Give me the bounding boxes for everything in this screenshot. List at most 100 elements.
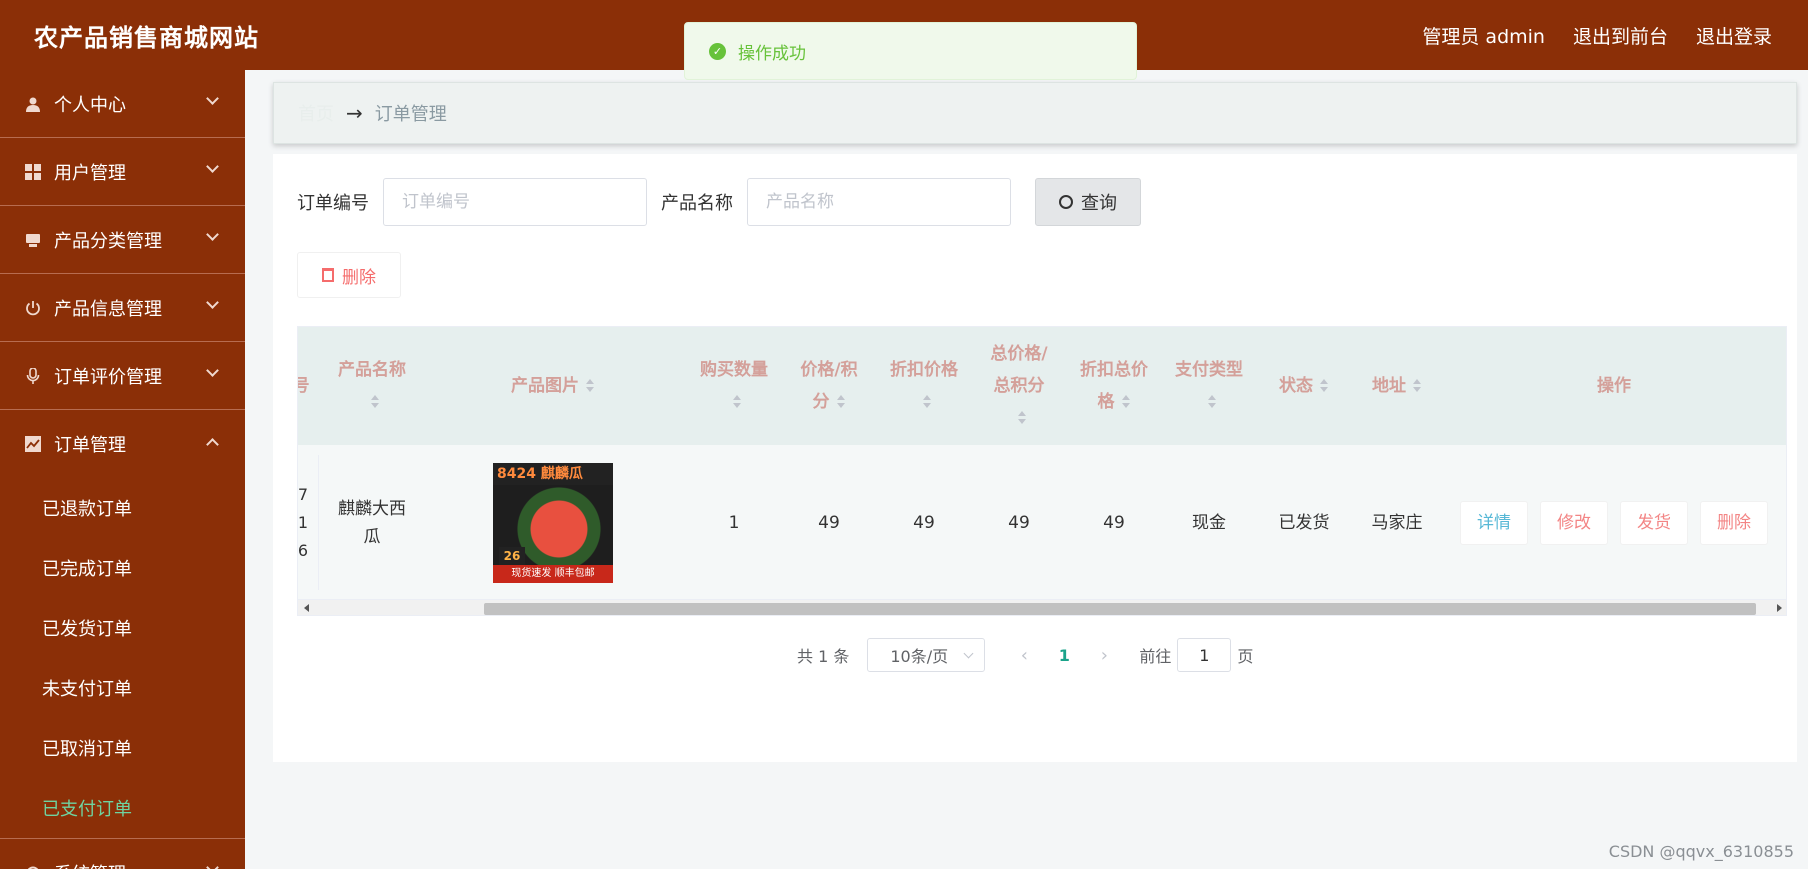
- detail-button[interactable]: 详情: [1460, 500, 1528, 545]
- cell-address: 马家庄: [1371, 512, 1423, 533]
- col-product-name[interactable]: 产品名称: [322, 327, 422, 445]
- sort-icon[interactable]: [585, 378, 595, 394]
- sort-icon[interactable]: [1017, 410, 1027, 426]
- col-price[interactable]: 价格/积分: [784, 327, 874, 445]
- arrow-right-icon: →: [346, 101, 363, 125]
- goto-page-input[interactable]: 1: [1177, 638, 1232, 672]
- sidebar-item-product-category[interactable]: 产品分类管理: [0, 206, 245, 274]
- breadcrumb: 首页 → 订单管理: [273, 82, 1797, 144]
- sidebar-item-label: 订单评价管理: [54, 366, 162, 388]
- col-product-image[interactable]: 产品图片: [422, 327, 684, 445]
- col-status[interactable]: 状态: [1254, 327, 1354, 445]
- sidebar-item-product-info[interactable]: 产品信息管理: [0, 274, 245, 342]
- sort-icon[interactable]: [732, 394, 742, 410]
- sidebar: 个人中心 用户管理 产品分类管理 产品信息管理 订单评价管理 订单管理 已退款订…: [0, 70, 245, 869]
- cell-discount-total: 49: [1103, 512, 1125, 533]
- grid-icon: [24, 163, 42, 181]
- sort-icon[interactable]: [922, 394, 932, 410]
- breadcrumb-current: 订单管理: [374, 104, 447, 125]
- col-discount-total[interactable]: 折扣总价格: [1064, 327, 1164, 445]
- pagination: 共 1 条 10条/页 ‹ 1 › 前往 1 页: [797, 638, 1253, 672]
- page-number[interactable]: 1: [1039, 646, 1089, 665]
- thumb-price: 26: [499, 546, 525, 565]
- check-circle-icon: ✓: [709, 42, 726, 60]
- logout-link[interactable]: 退出登录: [1696, 22, 1772, 49]
- cell-order-no: 716: [297, 484, 309, 560]
- sort-icon[interactable]: [836, 394, 846, 410]
- toast-message: 操作成功: [738, 43, 806, 64]
- cell-status: 已发货: [1278, 512, 1330, 533]
- col-discount-price[interactable]: 折扣价格: [874, 327, 974, 445]
- sidebar-item-order-review[interactable]: 订单评价管理: [0, 342, 245, 410]
- cell-operations: 详情 修改 发货 删除: [1440, 445, 1786, 600]
- power-icon: [24, 299, 42, 317]
- microphone-icon: [24, 367, 42, 385]
- sort-icon[interactable]: [1319, 378, 1329, 394]
- table-header: 号 产品名称 产品图片 购买数量 价格/积分 折扣价格 总价格/总积分: [298, 327, 1786, 445]
- user-icon: [24, 95, 42, 113]
- prev-page-icon[interactable]: ‹: [1009, 645, 1039, 666]
- scrollbar-thumb[interactable]: [484, 603, 1756, 615]
- col-total[interactable]: 总价格/总积分: [974, 327, 1064, 445]
- sidebar-item-label: 用户管理: [54, 162, 126, 184]
- order-no-input[interactable]: [402, 192, 646, 212]
- col-qty[interactable]: 购买数量: [684, 327, 784, 445]
- search-button[interactable]: 查询: [1035, 178, 1141, 226]
- scroll-left-arrow-icon[interactable]: [304, 604, 309, 612]
- col-order-no-fragment: 号: [298, 327, 314, 445]
- product-thumbnail[interactable]: 8424 麒麟瓜 26 现货速发 顺丰包邮: [493, 462, 613, 583]
- sort-icon[interactable]: [370, 394, 380, 410]
- csdn-watermark: CSDN @qqvx_6310855: [1608, 842, 1794, 861]
- trash-icon: [322, 268, 334, 282]
- row-delete-button[interactable]: 删除: [1700, 500, 1768, 545]
- chevron-down-icon: [206, 228, 219, 241]
- horizontal-scrollbar[interactable]: [298, 600, 1786, 615]
- sort-icon[interactable]: [1121, 394, 1131, 410]
- cell-discount-price: 49: [913, 512, 935, 533]
- goto-label: 前往: [1139, 647, 1172, 666]
- sort-icon[interactable]: [1207, 394, 1217, 410]
- content-panel: 订单编号 产品名称 查询 删除 号 产品名称: [273, 154, 1797, 762]
- sidebar-item-system-management[interactable]: 系统管理: [0, 838, 245, 869]
- submenu-shipped-orders[interactable]: 已发货订单: [0, 598, 245, 658]
- submenu-refunded-orders[interactable]: 已退款订单: [0, 478, 245, 538]
- site-brand: 农产品销售商城网站: [34, 24, 259, 52]
- sort-icon[interactable]: [1412, 378, 1422, 394]
- search-icon: [1059, 195, 1073, 209]
- chevron-down-icon: [206, 92, 219, 105]
- search-button-label: 查询: [1081, 193, 1117, 214]
- submenu-cancelled-orders[interactable]: 已取消订单: [0, 718, 245, 778]
- sidebar-item-personal-center[interactable]: 个人中心: [0, 70, 245, 138]
- sidebar-item-label: 产品分类管理: [54, 230, 162, 252]
- sidebar-item-label: 产品信息管理: [54, 298, 162, 320]
- sidebar-item-label: 个人中心: [54, 94, 126, 116]
- sidebar-item-user-management[interactable]: 用户管理: [0, 138, 245, 206]
- delete-button-label: 删除: [342, 267, 376, 288]
- chevron-down-icon: [206, 160, 219, 173]
- product-name-label: 产品名称: [661, 193, 733, 214]
- edit-button[interactable]: 修改: [1540, 500, 1608, 545]
- scroll-right-arrow-icon[interactable]: [1777, 604, 1782, 612]
- cell-pay-type: 现金: [1192, 512, 1226, 533]
- next-page-icon[interactable]: ›: [1089, 645, 1119, 666]
- breadcrumb-home[interactable]: 首页: [298, 100, 334, 126]
- ship-button[interactable]: 发货: [1620, 500, 1688, 545]
- exit-to-front-link[interactable]: 退出到前台: [1573, 22, 1668, 49]
- submenu-paid-orders[interactable]: 已支付订单: [0, 778, 245, 838]
- batch-delete-button[interactable]: 删除: [297, 252, 401, 298]
- submenu-completed-orders[interactable]: 已完成订单: [0, 538, 245, 598]
- product-name-input[interactable]: [766, 192, 1010, 212]
- chevron-down-icon: [206, 364, 219, 377]
- order-submenu: 已退款订单 已完成订单 已发货订单 未支付订单 已取消订单 已支付订单: [0, 478, 245, 838]
- submenu-unpaid-orders[interactable]: 未支付订单: [0, 658, 245, 718]
- thumb-title: 8424 麒麟瓜: [493, 462, 613, 485]
- sidebar-item-order-management[interactable]: 订单管理: [0, 410, 245, 478]
- column-divider: [318, 455, 319, 590]
- admin-label: 管理员 admin: [1422, 26, 1545, 48]
- page-size-select[interactable]: 10条/页: [867, 638, 986, 672]
- sidebar-item-label: 系统管理: [54, 860, 126, 869]
- col-address[interactable]: 地址: [1354, 327, 1440, 445]
- chevron-down-icon: [206, 296, 219, 309]
- sidebar-item-label: 订单管理: [54, 435, 126, 456]
- col-pay-type[interactable]: 支付类型: [1164, 327, 1254, 445]
